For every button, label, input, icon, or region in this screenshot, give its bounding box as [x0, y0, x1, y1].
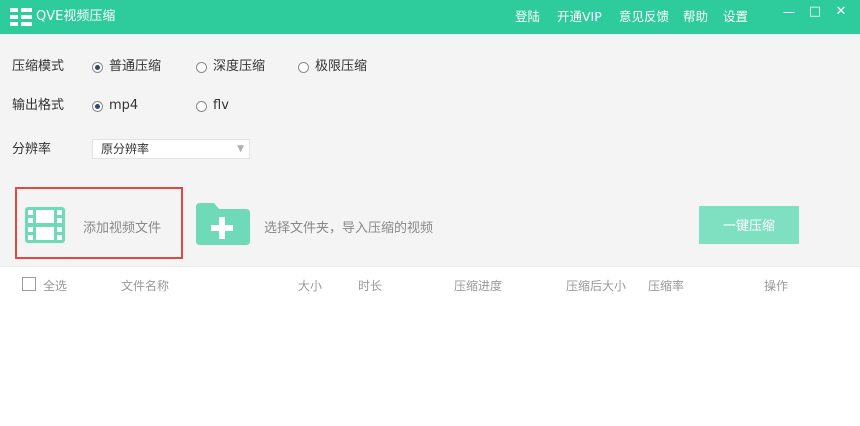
title-bar: QVE视频压缩 登陆 开通VIP 意见反馈 帮助 设置 — □ ✕ — [0, 0, 860, 34]
radio-deep-compression[interactable]: 深度压缩 — [196, 58, 265, 76]
radio-label: mp4 — [109, 98, 139, 113]
add-video-label: 添加视频文件 — [83, 221, 162, 236]
column-header-compressed-size: 压缩后大小 — [566, 279, 627, 293]
column-header-progress: 压缩进度 — [454, 279, 503, 293]
radio-circle-checked[interactable] — [92, 61, 103, 73]
menu-settings[interactable]: 设置 — [723, 8, 748, 26]
close-button[interactable]: ✕ — [831, 4, 851, 24]
radio-circle[interactable] — [298, 61, 309, 73]
radio-normal-compression[interactable]: 普通压缩 — [92, 58, 161, 76]
radio-label: 普通压缩 — [109, 59, 162, 74]
one-click-compress-button[interactable]: 一键压缩 — [699, 206, 799, 244]
radio-format-mp4[interactable]: mp4 — [92, 97, 138, 115]
app-logo-icon — [10, 8, 32, 26]
radio-format-flv[interactable]: flv — [196, 97, 229, 115]
resolution-select[interactable]: 原分辨率 ▼ — [92, 139, 250, 159]
radio-label: flv — [213, 98, 229, 113]
select-all-checkbox[interactable] — [22, 277, 36, 291]
folder-add-icon[interactable] — [196, 203, 250, 245]
chevron-down-icon: ▼ — [237, 144, 244, 154]
minimize-button[interactable]: — — [779, 4, 799, 24]
select-all-label[interactable]: 全选 — [43, 278, 67, 294]
column-header-size: 大小 — [298, 279, 323, 293]
film-icon — [25, 207, 65, 243]
output-format-label: 输出格式 — [12, 98, 65, 113]
column-header-file-name: 文件名称 — [121, 279, 170, 293]
radio-circle[interactable] — [196, 61, 207, 73]
radio-label: 深度压缩 — [213, 59, 266, 74]
column-header-actions: 操作 — [764, 279, 789, 293]
compression-mode-label: 压缩模式 — [12, 59, 65, 74]
maximize-button[interactable]: □ — [805, 4, 825, 24]
radio-circle-checked[interactable] — [92, 100, 103, 112]
column-header-compression-ratio: 压缩率 — [648, 279, 685, 293]
radio-label: 极限压缩 — [315, 59, 368, 74]
select-folder-link[interactable]: 选择文件夹，导入压缩的视频 — [264, 217, 433, 236]
radio-circle[interactable] — [196, 100, 207, 112]
resolution-selected-value: 原分辨率 — [101, 142, 150, 156]
app-title: QVE视频压缩 — [36, 9, 116, 24]
column-header-duration: 时长 — [358, 279, 383, 293]
add-video-file-button[interactable]: 添加视频文件 — [15, 187, 183, 259]
menu-feedback[interactable]: 意见反馈 — [619, 8, 669, 26]
menu-help[interactable]: 帮助 — [683, 8, 708, 26]
menu-login[interactable]: 登陆 — [515, 8, 540, 26]
resolution-label: 分辨率 — [12, 142, 52, 157]
menu-open-vip[interactable]: 开通VIP — [557, 8, 602, 26]
file-table: 全选 文件名称 大小 时长 压缩进度 压缩后大小 压缩率 操作 — [0, 266, 860, 426]
radio-extreme-compression[interactable]: 极限压缩 — [298, 58, 367, 76]
